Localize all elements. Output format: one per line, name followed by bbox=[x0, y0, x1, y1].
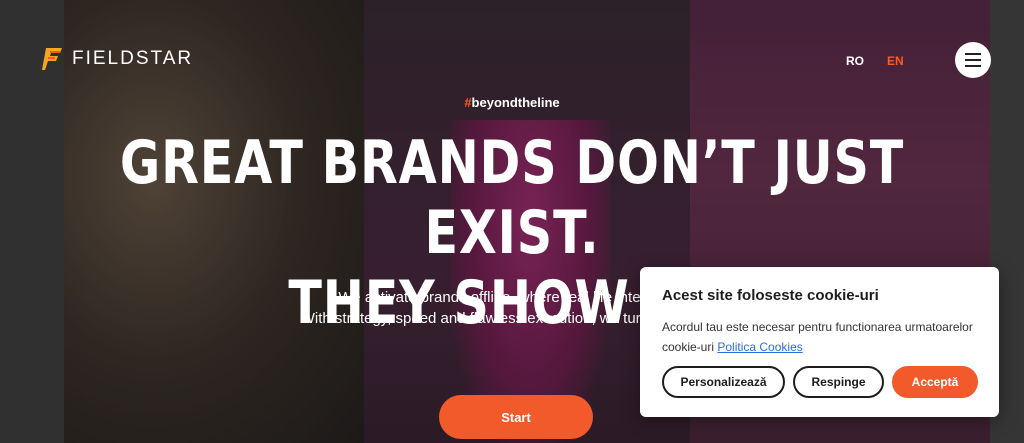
cookie-banner: Acest site foloseste cookie-uri Acordul … bbox=[640, 267, 999, 417]
hamburger-menu-icon bbox=[965, 53, 981, 55]
hero-hashtag: #beyondtheline bbox=[0, 95, 1024, 110]
start-button[interactable]: Start bbox=[439, 395, 593, 439]
fieldstar-logo-icon bbox=[42, 46, 64, 72]
personalize-button[interactable]: Personalizează bbox=[662, 366, 785, 398]
reject-button[interactable]: Respinge bbox=[793, 366, 884, 398]
cookie-policy-link[interactable]: Politica Cookies bbox=[717, 340, 802, 354]
language-en-link[interactable]: EN bbox=[887, 54, 904, 68]
hamburger-menu-icon-bar bbox=[965, 59, 981, 61]
hashtag-symbol: # bbox=[464, 95, 472, 110]
cookie-text: Acordul tau este necesar pentru function… bbox=[662, 317, 982, 357]
brand-logo[interactable]: FIELDSTAR bbox=[42, 46, 193, 72]
headline-line-1: GREAT BRANDS DON’T JUST EXIST. bbox=[119, 128, 905, 268]
language-ro-link[interactable]: RO bbox=[846, 54, 864, 68]
cookie-description: Acordul tau este necesar pentru function… bbox=[662, 320, 973, 354]
accept-button[interactable]: Acceptă bbox=[892, 366, 978, 398]
menu-button[interactable] bbox=[955, 42, 991, 78]
hamburger-menu-icon-bar bbox=[965, 65, 981, 67]
brand-name: FIELDSTAR bbox=[72, 48, 194, 69]
cookie-button-row: Personalizează Respinge Acceptă bbox=[662, 366, 978, 398]
cookie-title: Acest site foloseste cookie-uri bbox=[662, 287, 879, 304]
hashtag-text: beyondtheline bbox=[471, 95, 560, 110]
